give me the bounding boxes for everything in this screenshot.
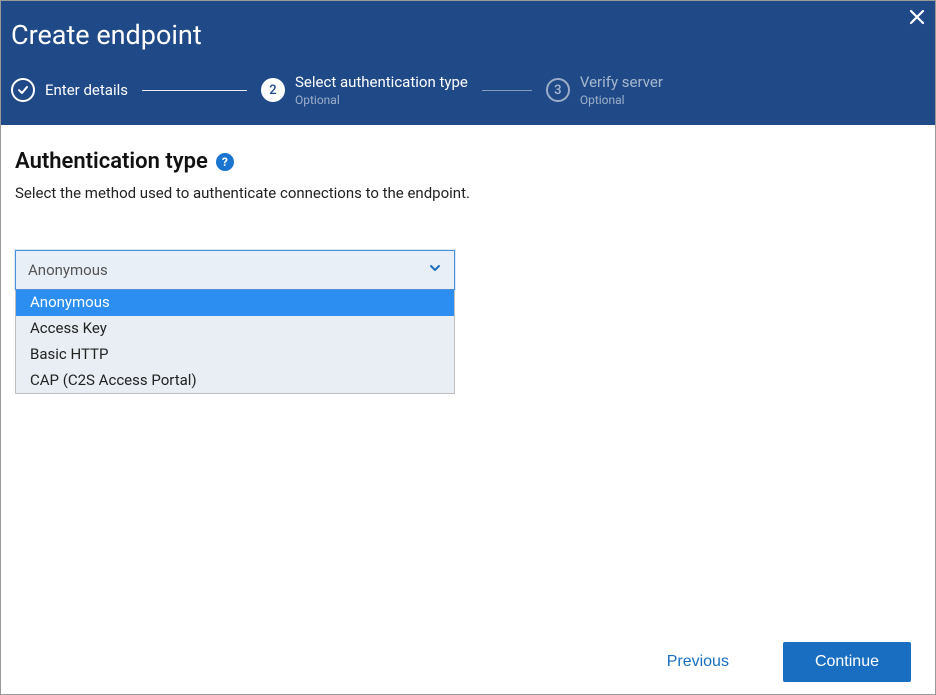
select-option-basic-http[interactable]: Basic HTTP: [16, 342, 454, 368]
section-description: Select the method used to authenticate c…: [15, 184, 921, 202]
chevron-down-icon: [428, 261, 442, 279]
select-option-cap[interactable]: CAP (C2S Access Portal): [16, 368, 454, 394]
step-label: Verify server: [580, 73, 663, 91]
select-value: Anonymous: [28, 261, 108, 279]
section-header: Authentication type ?: [15, 149, 921, 174]
step-select-auth[interactable]: 2 Select authentication type Optional: [261, 73, 468, 107]
select-option-anonymous[interactable]: Anonymous: [16, 290, 454, 316]
dialog-footer: Previous Continue: [1, 632, 935, 694]
step-number-icon: 2: [261, 78, 285, 102]
step-connector: [142, 90, 247, 91]
auth-type-select[interactable]: Anonymous Anonymous Access Key Basic HTT…: [15, 250, 455, 394]
dialog-content: Authentication type ? Select the method …: [1, 125, 935, 394]
continue-button[interactable]: Continue: [783, 642, 911, 682]
select-dropdown: Anonymous Access Key Basic HTTP CAP (C2S…: [15, 290, 455, 394]
step-number-icon: 3: [546, 78, 570, 102]
previous-button[interactable]: Previous: [653, 645, 743, 679]
select-box[interactable]: Anonymous: [15, 250, 455, 290]
step-connector: [482, 90, 532, 91]
select-option-access-key[interactable]: Access Key: [16, 316, 454, 342]
close-icon[interactable]: [907, 7, 927, 27]
step-verify-server[interactable]: 3 Verify server Optional: [546, 73, 663, 107]
dialog-header: Create endpoint Enter details 2 Select a…: [1, 1, 935, 125]
stepper: Enter details 2 Select authentication ty…: [1, 73, 935, 107]
step-enter-details[interactable]: Enter details: [11, 78, 128, 102]
step-sublabel: Optional: [580, 93, 663, 107]
check-icon: [11, 78, 35, 102]
section-title: Authentication type: [15, 149, 208, 174]
step-sublabel: Optional: [295, 93, 468, 107]
step-label: Select authentication type: [295, 73, 468, 91]
help-icon[interactable]: ?: [216, 153, 234, 171]
dialog-title: Create endpoint: [1, 1, 935, 73]
step-label: Enter details: [45, 81, 128, 99]
